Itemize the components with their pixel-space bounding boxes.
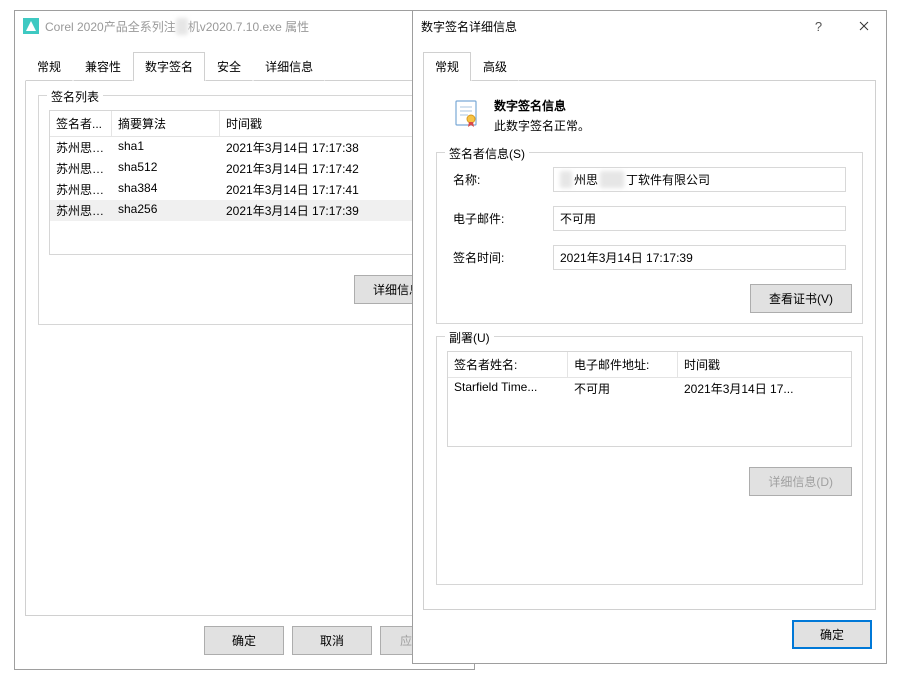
close-button[interactable] [841,11,886,41]
window-title: 数字签名详细信息 [421,18,796,35]
list-row[interactable]: 苏州思杰... sha384 2021年3月14日 17:17:41 [50,179,439,200]
list-row[interactable]: 苏州思杰... sha1 2021年3月14日 17:17:38 [50,137,439,158]
tab-strip: 常规 兼容性 数字签名 安全 详细信息 [25,51,464,81]
window-title: Corel 2020产品全系列注册机v2020.7.10.exe 属性 [45,18,474,35]
list-row[interactable]: 苏州思杰... sha512 2021年3月14日 17:17:42 [50,158,439,179]
dialog-buttons: 确定 取消 应用(A) [25,616,464,659]
value-email[interactable]: 不可用 [553,206,846,231]
col-email[interactable]: 电子邮件地址: [568,352,678,377]
signature-list[interactable]: 签名者... 摘要算法 时间戳 苏州思杰... sha1 2021年3月14日 … [49,110,440,255]
tab-security[interactable]: 安全 [205,52,253,81]
label-name: 名称: [453,171,553,188]
tab-general[interactable]: 常规 [423,52,471,81]
tab-signatures[interactable]: 数字签名 [133,52,205,81]
label-time: 签名时间: [453,249,553,266]
col-timestamp[interactable]: 时间戳 [220,111,439,136]
tab-compat[interactable]: 兼容性 [73,52,133,81]
sig-info-status: 此数字签名正常。 [494,117,590,134]
list-header: 签名者... 摘要算法 时间戳 [50,111,439,137]
tab-general[interactable]: 常规 [25,52,73,81]
tab-strip: 常规 高级 [423,51,876,81]
signer-info-group: 签名者信息(S) 名称: 苏 州思 杰马 丁软件有限公司 电子邮件: 不可用 签… [436,152,863,324]
tab-details[interactable]: 详细信息 [253,52,325,81]
list-row[interactable]: 苏州思杰... sha256 2021年3月14日 17:17:39 [50,200,439,221]
signature-info-header: 数字签名信息 此数字签名正常。 [436,87,863,152]
value-name[interactable]: 苏 州思 杰马 丁软件有限公司 [553,167,846,192]
col-signer[interactable]: 签名者姓名: [448,352,568,377]
group-title: 签名列表 [47,88,103,105]
ok-button[interactable]: 确定 [792,620,872,649]
list-row[interactable]: Starfield Time... 不可用 2021年3月14日 17... [448,378,851,399]
group-title: 签名者信息(S) [445,145,529,162]
titlebar: Corel 2020产品全系列注册机v2020.7.10.exe 属性 [15,11,474,41]
ok-button[interactable]: 确定 [204,626,284,655]
countersig-list[interactable]: 签名者姓名: 电子邮件地址: 时间戳 Starfield Time... 不可用… [447,351,852,447]
col-algo[interactable]: 摘要算法 [112,111,220,136]
col-signer[interactable]: 签名者... [50,111,112,136]
app-icon [23,18,39,34]
list-header: 签名者姓名: 电子邮件地址: 时间戳 [448,352,851,378]
help-button[interactable]: ? [796,11,841,41]
details-button[interactable]: 详细信息(D) [749,467,852,496]
dialog-buttons: 确定 [423,610,876,653]
certificate-icon [450,97,482,129]
group-title: 副署(U) [445,329,494,346]
col-timestamp[interactable]: 时间戳 [678,352,851,377]
cancel-button[interactable]: 取消 [292,626,372,655]
titlebar: 数字签名详细信息 ? [413,11,886,41]
value-time[interactable]: 2021年3月14日 17:17:39 [553,245,846,270]
tab-advanced[interactable]: 高级 [471,52,519,81]
sig-info-title: 数字签名信息 [494,97,590,114]
label-email: 电子邮件: [453,210,553,227]
view-cert-button[interactable]: 查看证书(V) [750,284,852,313]
countersig-group: 副署(U) 签名者姓名: 电子邮件地址: 时间戳 Starfield Time.… [436,336,863,585]
signature-list-group: 签名列表 签名者... 摘要算法 时间戳 苏州思杰... sha1 2021年3… [38,95,451,325]
